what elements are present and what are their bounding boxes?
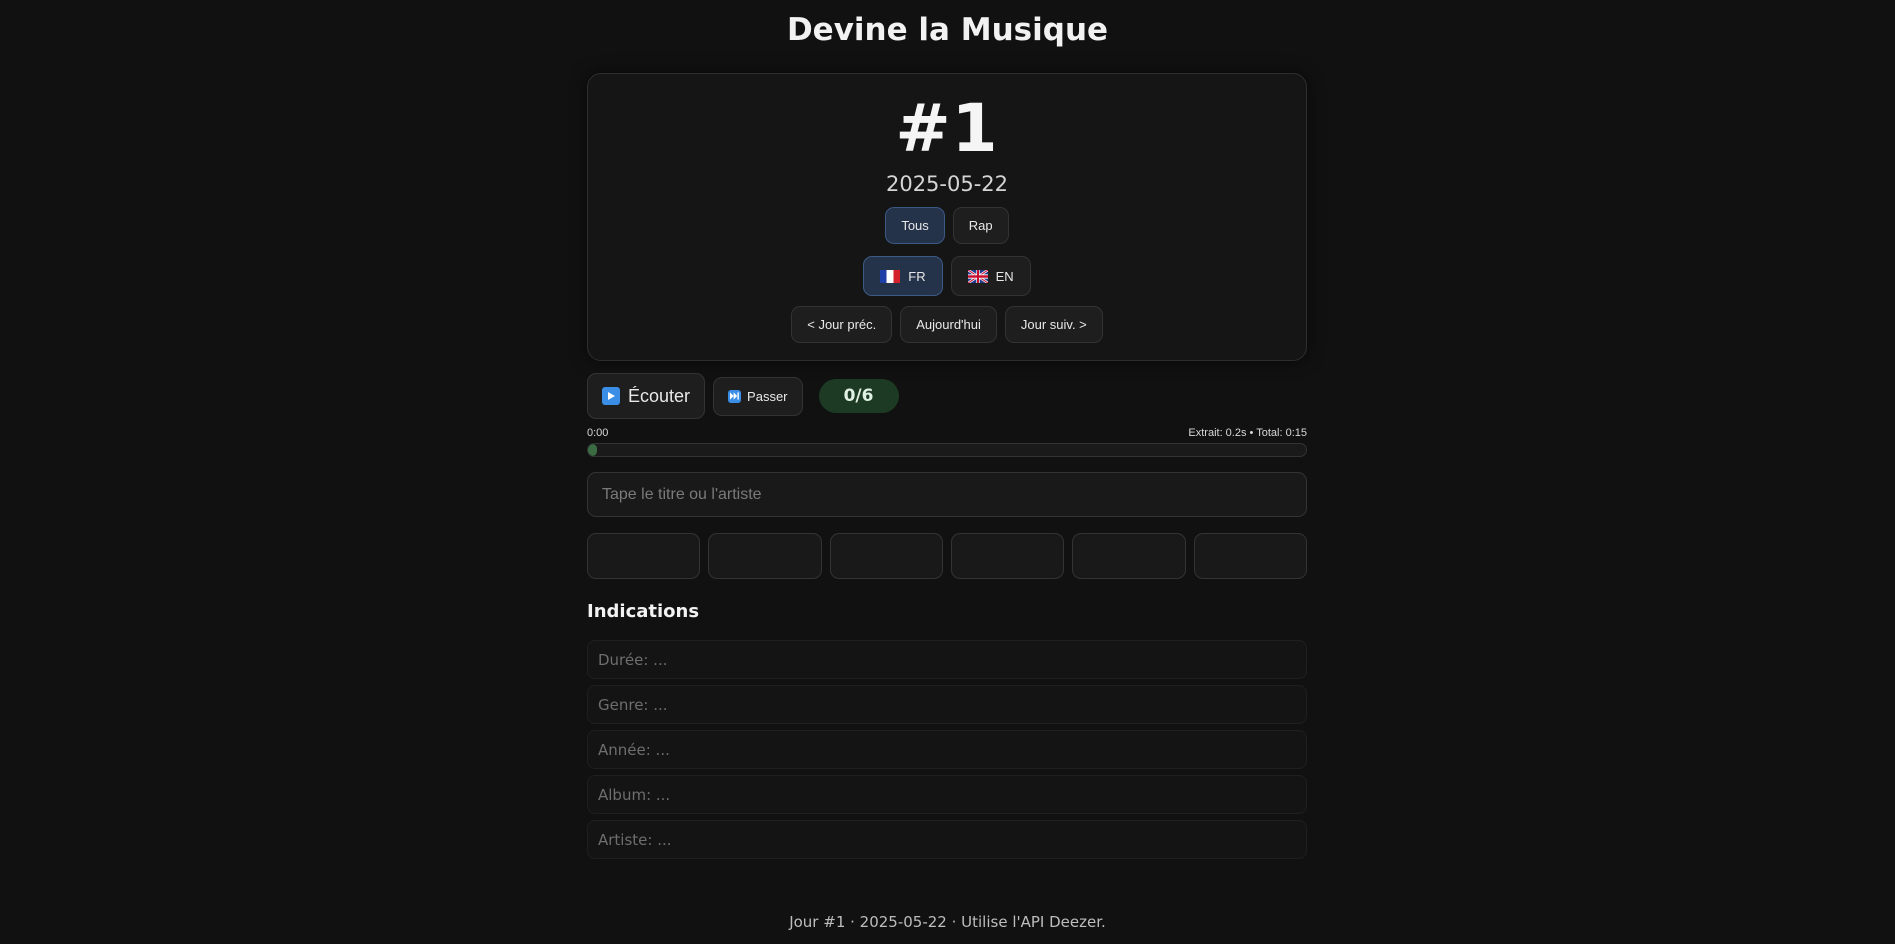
- flag-fr-icon: [880, 269, 901, 283]
- player-controls: Écouter Passer 0/6: [587, 373, 1307, 419]
- hint-genre: Genre: ...: [587, 685, 1307, 724]
- genre-filter: Tous Rap: [588, 207, 1306, 244]
- day-navigation: < Jour préc. Aujourd'hui Jour suiv. >: [588, 306, 1306, 343]
- attempt-slots: [587, 533, 1307, 579]
- next-day-button[interactable]: Jour suiv. >: [1004, 306, 1103, 343]
- today-button[interactable]: Aujourd'hui: [900, 306, 997, 343]
- genre-button-tous[interactable]: Tous: [885, 207, 945, 244]
- listen-label: Écouter: [628, 385, 691, 406]
- language-label-fr: FR: [908, 268, 926, 284]
- genre-button-rap[interactable]: Rap: [952, 207, 1009, 244]
- playback-progress-bar[interactable]: [587, 443, 1307, 457]
- day-date: 2025-05-22: [885, 172, 1009, 196]
- hint-album: Album: ...: [587, 775, 1307, 814]
- attempt-slot: [1072, 533, 1186, 579]
- hint-artist: Artiste: ...: [587, 820, 1307, 859]
- hint-year: Année: ...: [587, 730, 1307, 769]
- score-badge: 0/6: [818, 379, 899, 413]
- page: Devine la Musique #1 2025-05-22 Tous Rap…: [0, 0, 1895, 944]
- current-time: 0:00: [587, 427, 609, 439]
- fast-forward-icon: [728, 389, 742, 403]
- day-number: #1: [895, 90, 999, 167]
- day-card: #1 2025-05-22 Tous Rap FR EN < Jour préc…: [587, 73, 1307, 361]
- main-container: #1 2025-05-22 Tous Rap FR EN < Jour préc…: [587, 73, 1307, 859]
- language-button-fr[interactable]: FR: [863, 256, 943, 296]
- hints-title: Indications: [587, 601, 700, 622]
- attempt-slot: [1193, 533, 1307, 579]
- skip-button[interactable]: Passer: [713, 376, 803, 416]
- attempt-slot: [708, 533, 822, 579]
- skip-label: Passer: [747, 388, 788, 404]
- progress-fill: [588, 444, 598, 456]
- language-filter: FR EN: [588, 256, 1306, 296]
- language-label-en: EN: [995, 268, 1014, 284]
- app-title: Devine la Musique: [786, 12, 1109, 48]
- language-button-en[interactable]: EN: [950, 256, 1031, 296]
- flag-gb-icon: [967, 269, 988, 283]
- extract-info: Extrait: 0.2s • Total: 0:15: [1188, 427, 1307, 439]
- play-icon: [602, 387, 620, 405]
- attempt-slot: [829, 533, 943, 579]
- previous-day-button[interactable]: < Jour préc.: [791, 306, 893, 343]
- guess-input[interactable]: [587, 472, 1307, 517]
- footer: Jour #1 · 2025-05-22 · Utilise l'API Dee…: [789, 913, 1106, 931]
- hint-duration: Durée: ...: [587, 640, 1307, 679]
- attempt-slot: [587, 533, 701, 579]
- time-info: 0:00 Extrait: 0.2s • Total: 0:15: [587, 427, 1307, 439]
- attempt-slot: [950, 533, 1065, 579]
- listen-button[interactable]: Écouter: [587, 373, 706, 419]
